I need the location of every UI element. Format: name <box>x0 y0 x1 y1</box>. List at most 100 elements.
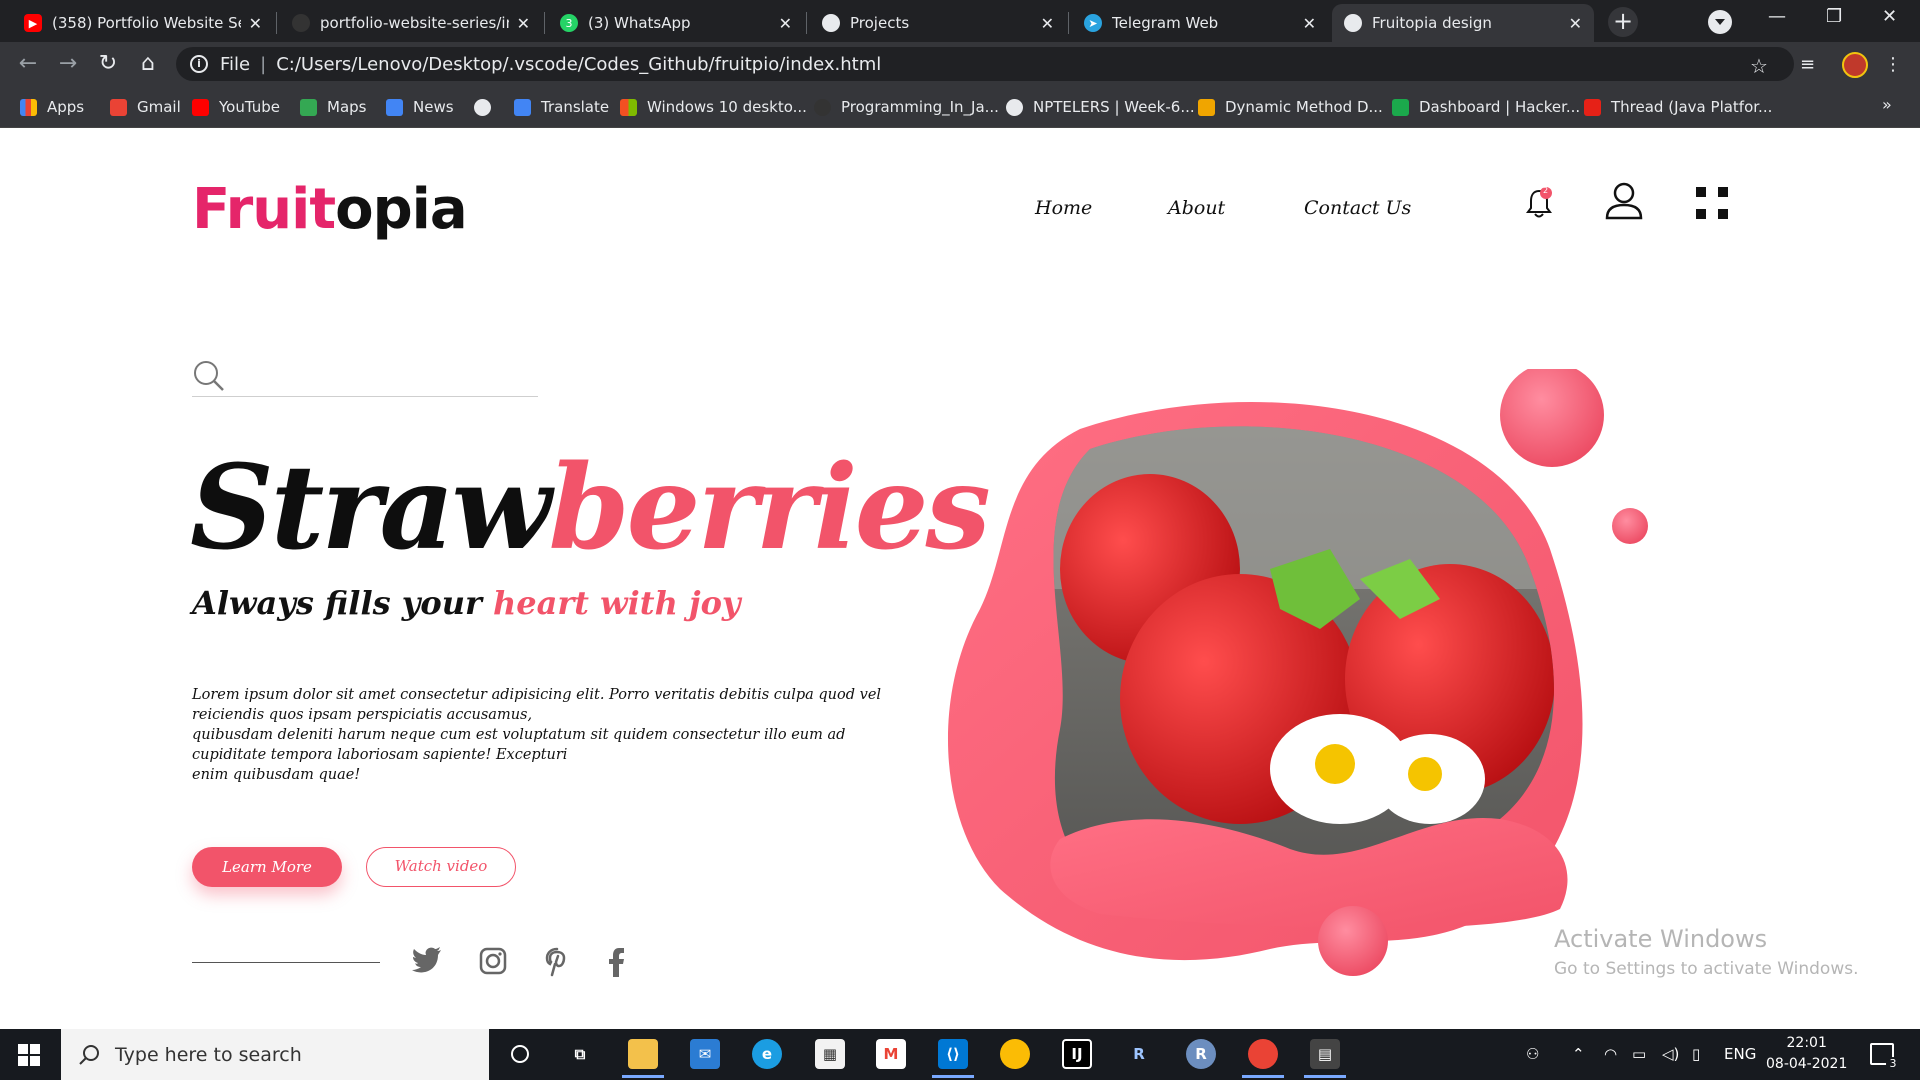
bookmark-youtube[interactable]: YouTube <box>192 96 280 118</box>
reload-icon[interactable]: ↻ <box>94 50 122 78</box>
close-icon[interactable]: ✕ <box>249 14 262 33</box>
address-bar[interactable]: i File | C:/Users/Lenovo/Desktop/.vscode… <box>176 47 1794 81</box>
people-icon[interactable]: ⚇ <box>1526 1045 1539 1063</box>
telegram-icon: ➤ <box>1084 14 1102 32</box>
tab-divider <box>276 12 277 34</box>
bookmark-dynamic-method[interactable]: Dynamic Method D... <box>1198 96 1383 118</box>
volume-icon[interactable]: ◁) <box>1662 1045 1679 1063</box>
apps-grid-icon <box>20 98 37 116</box>
bookmark-globe[interactable] <box>474 96 501 118</box>
intellij-icon[interactable]: IJ <box>1062 1039 1092 1069</box>
terminal-icon[interactable]: ▤ <box>1304 1039 1346 1078</box>
chevron-up-icon[interactable]: ⌃ <box>1572 1045 1585 1063</box>
instagram-icon[interactable] <box>478 947 508 977</box>
browser-tab[interactable]: Projects ✕ <box>810 4 1066 42</box>
hero-tagline: Always fills your heart with joy <box>192 584 741 622</box>
close-icon[interactable]: ✕ <box>1041 14 1054 33</box>
bookmark-gmail[interactable]: Gmail <box>110 96 181 118</box>
chrome-icon[interactable] <box>1000 1039 1030 1069</box>
site-logo[interactable]: Fruitopia <box>192 177 468 242</box>
chevron-right-icon[interactable]: » <box>1882 95 1892 114</box>
youtube-icon <box>192 98 209 116</box>
browser-tab[interactable]: portfolio-website-series/ind ✕ <box>280 4 542 42</box>
browser-tab[interactable]: ➤ Telegram Web ✕ <box>1072 4 1328 42</box>
globe-icon <box>1344 14 1362 32</box>
browser-tab[interactable]: 3 (3) WhatsApp ✕ <box>548 4 804 42</box>
bookmark-windows[interactable]: Windows 10 deskto... <box>620 96 807 118</box>
watch-video-button[interactable]: Watch video <box>366 847 516 887</box>
browser-tab-active[interactable]: Fruitopia design ✕ <box>1332 4 1594 42</box>
nav-home[interactable]: Home <box>1035 197 1092 219</box>
close-icon[interactable]: ✕ <box>779 14 792 33</box>
minimize-icon[interactable]: — <box>1768 6 1786 27</box>
grid-menu-icon[interactable] <box>1696 187 1728 219</box>
bookmark-hackerrank[interactable]: Dashboard | Hacker... <box>1392 96 1580 118</box>
globe-icon <box>1006 98 1023 116</box>
close-icon[interactable]: ✕ <box>1303 14 1316 33</box>
close-icon[interactable]: ✕ <box>1569 14 1582 33</box>
tab-search-dropdown[interactable] <box>1708 10 1732 34</box>
task-view-icon[interactable]: ⧉ <box>565 1039 595 1069</box>
bookmark-programming[interactable]: Programming_In_Ja... <box>814 96 999 118</box>
geeks-icon <box>1198 98 1215 116</box>
globe-icon <box>474 98 491 116</box>
battery-icon[interactable]: ▭ <box>1632 1045 1646 1063</box>
bookmark-star-icon[interactable]: ☆ <box>1750 54 1768 78</box>
bookmark-maps[interactable]: Maps <box>300 96 366 118</box>
menu-icon[interactable]: ⋮ <box>1884 54 1902 75</box>
whatsapp-icon: 3 <box>560 14 578 32</box>
rstudio-icon[interactable]: R <box>1186 1039 1216 1069</box>
activate-windows-subtitle: Go to Settings to activate Windows. <box>1554 959 1859 979</box>
nav-about[interactable]: About <box>1168 197 1225 219</box>
mail-icon[interactable]: ✉ <box>690 1039 720 1069</box>
restore-icon[interactable]: ❐ <box>1826 6 1842 27</box>
notification-count: 2 <box>1543 186 1549 195</box>
back-icon[interactable]: ← <box>14 50 42 78</box>
vscode-icon[interactable]: ⟨⟩ <box>932 1039 974 1078</box>
cortana-icon[interactable] <box>505 1039 535 1069</box>
taskbar-search[interactable]: Type here to search <box>61 1029 489 1080</box>
bookmark-translate[interactable]: Translate <box>514 96 609 118</box>
bookmark-thread[interactable]: Thread (Java Platfor... <box>1584 96 1772 118</box>
power-icon[interactable]: ▯ <box>1692 1045 1700 1063</box>
notification-center-icon[interactable]: 3 <box>1870 1043 1900 1071</box>
media-control-icon[interactable]: ≡ <box>1800 54 1815 75</box>
windows-taskbar: Type here to search ⧉ ✉ e ▦ M ⟨⟩ IJ R R … <box>0 1029 1920 1080</box>
bookmark-nptelers[interactable]: NPTELERS | Week-6... <box>1006 96 1195 118</box>
pinterest-icon[interactable] <box>542 947 572 977</box>
bookmark-news[interactable]: News <box>386 96 454 118</box>
gmail-icon[interactable]: M <box>876 1039 906 1069</box>
hero-headline: Strawberries <box>190 440 991 576</box>
window-close-icon[interactable]: ✕ <box>1882 6 1897 27</box>
language-indicator[interactable]: ENG <box>1724 1045 1756 1063</box>
store-icon[interactable]: ▦ <box>815 1039 845 1069</box>
avatar[interactable] <box>1842 52 1868 78</box>
chrome-icon[interactable] <box>1242 1039 1284 1078</box>
taskbar-clock[interactable]: 22:01 08-04-2021 <box>1766 1033 1847 1075</box>
browser-tab[interactable]: ▶ (358) Portfolio Website Serie ✕ <box>12 4 274 42</box>
wifi-icon[interactable]: ◠ <box>1604 1045 1617 1063</box>
activate-windows-title: Activate Windows <box>1554 925 1768 953</box>
home-icon[interactable]: ⌂ <box>134 50 162 78</box>
file-explorer-icon[interactable] <box>622 1039 664 1078</box>
search-input[interactable] <box>192 357 538 397</box>
r-lang-icon[interactable]: R <box>1124 1039 1154 1069</box>
facebook-icon[interactable] <box>601 947 631 977</box>
twitter-icon[interactable] <box>412 947 442 977</box>
hackerrank-icon <box>1392 98 1409 116</box>
youtube-icon: ▶ <box>24 14 42 32</box>
forward-icon[interactable]: → <box>54 50 82 78</box>
search-icon <box>79 1044 99 1065</box>
learn-more-button[interactable]: Learn More <box>192 847 342 887</box>
user-icon[interactable] <box>1604 181 1644 221</box>
bell-icon[interactable]: 2 <box>1524 186 1554 221</box>
edge-icon[interactable]: e <box>752 1039 782 1069</box>
bookmark-apps[interactable]: Apps <box>20 96 84 118</box>
site-info-icon[interactable]: i <box>190 55 208 73</box>
nav-contact[interactable]: Contact Us <box>1304 197 1411 219</box>
new-tab-button[interactable]: + <box>1608 7 1638 37</box>
github-icon <box>814 98 831 116</box>
windows-start-icon[interactable] <box>18 1044 40 1066</box>
close-icon[interactable]: ✕ <box>517 14 530 33</box>
divider <box>192 962 380 963</box>
